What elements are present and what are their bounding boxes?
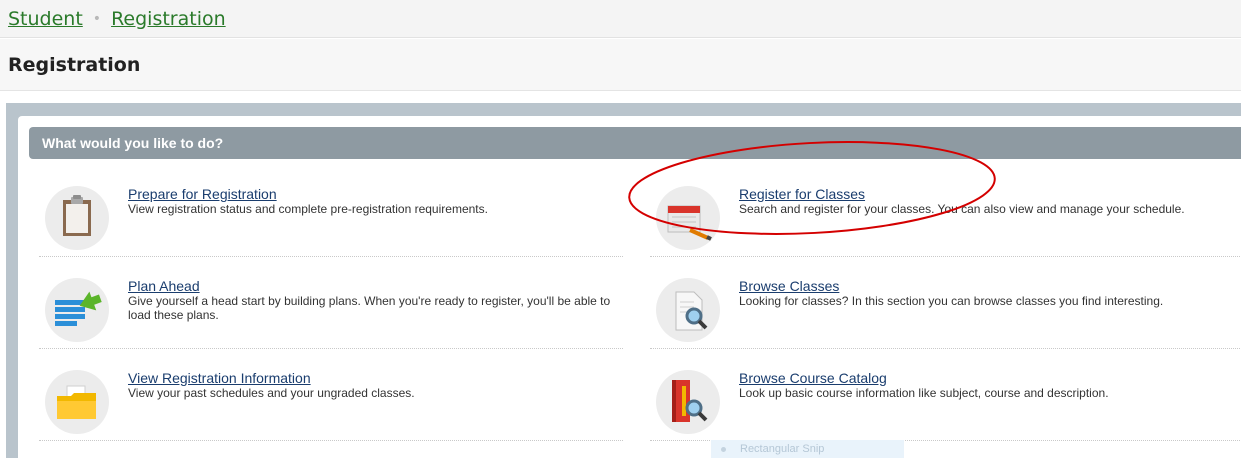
calendar-edit-icon	[656, 186, 720, 250]
item-divider	[39, 256, 623, 257]
document-search-icon	[656, 278, 720, 342]
panel-header: What would you like to do?	[29, 127, 1241, 159]
view-registration-info-description: View your past schedules and your ungrad…	[128, 386, 415, 400]
breadcrumb-registration-link[interactable]: Registration	[111, 8, 226, 30]
page-title-bar: Registration	[0, 39, 1241, 91]
item-divider	[650, 348, 1241, 349]
breadcrumb: Student • Registration	[0, 0, 1241, 38]
register-classes-link[interactable]: Register for Classes	[739, 186, 865, 202]
browse-classes-link[interactable]: Browse Classes	[739, 278, 839, 294]
book-search-icon	[656, 370, 720, 434]
item-divider	[39, 440, 623, 441]
plan-ahead-link[interactable]: Plan Ahead	[128, 278, 200, 294]
item-divider	[650, 256, 1241, 257]
snip-tooltip: Rectangular Snip	[711, 440, 904, 458]
breadcrumb-student-link[interactable]: Student	[8, 8, 83, 30]
prepare-registration-description: View registration status and complete pr…	[128, 202, 488, 216]
prepare-registration-link[interactable]: Prepare for Registration	[128, 186, 277, 202]
browse-course-catalog-description: Look up basic course information like su…	[739, 386, 1109, 400]
clipboard-icon	[45, 186, 109, 250]
plan-ahead-item[interactable]: Plan Ahead Give yourself a head start by…	[29, 278, 623, 360]
page-title: Registration	[8, 53, 141, 76]
plan-ahead-description: Give yourself a head start by building p…	[128, 294, 611, 322]
register-classes-description: Search and register for your classes. Yo…	[739, 202, 1185, 216]
browse-course-catalog-link[interactable]: Browse Course Catalog	[739, 370, 887, 386]
snip-tooltip-label: Rectangular Snip	[740, 443, 825, 455]
browse-classes-description: Looking for classes? In this section you…	[739, 294, 1164, 308]
view-registration-info-link[interactable]: View Registration Information	[128, 370, 311, 386]
browse-classes-item[interactable]: Browse Classes Looking for classes? In t…	[640, 278, 1241, 360]
register-classes-item[interactable]: Register for Classes Search and register…	[640, 186, 1241, 268]
breadcrumb-separator: •	[92, 10, 102, 27]
view-registration-info-item[interactable]: View Registration Information View your …	[29, 370, 623, 452]
snip-dot-icon	[721, 446, 726, 452]
panel-header-text: What would you like to do?	[42, 135, 224, 151]
prepare-registration-item[interactable]: Prepare for Registration View registrati…	[29, 186, 623, 268]
list-arrow-icon	[45, 278, 109, 342]
folder-icon	[45, 370, 109, 434]
item-divider	[39, 348, 623, 349]
